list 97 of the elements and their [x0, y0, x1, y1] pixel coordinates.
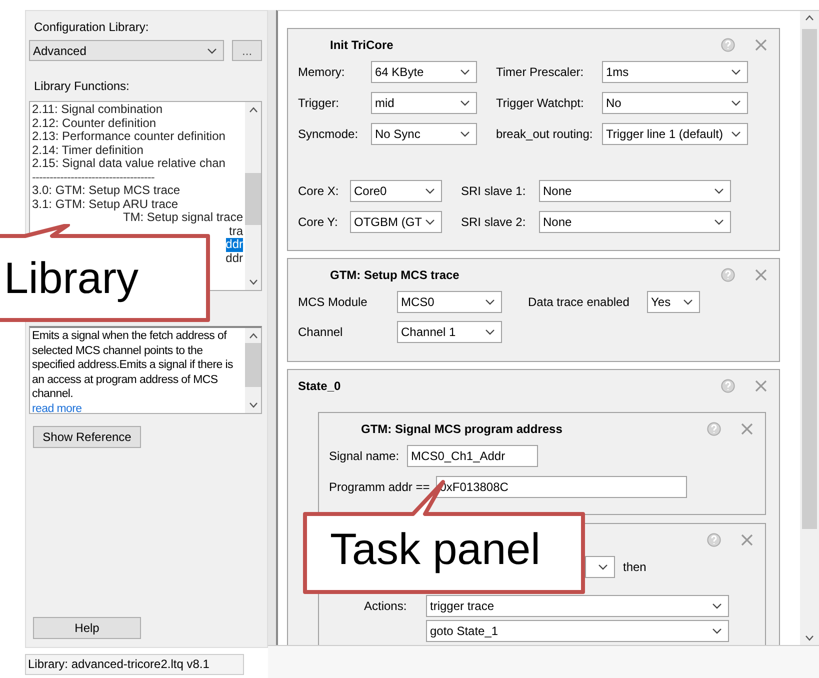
- arrow-up-icon[interactable]: [805, 15, 814, 21]
- browse-button[interactable]: ...: [232, 40, 262, 61]
- close-icon[interactable]: [755, 39, 767, 51]
- arrow-up-icon[interactable]: [248, 107, 258, 113]
- description-text: Emits a signal when the fetch address of selected MCS channel points to the specified address.Emits a signal if there is an access at program address of MCS channel.: [32, 329, 234, 402]
- field-label: Syncmode:: [298, 127, 360, 141]
- chevron-icon: [460, 69, 470, 75]
- list-item[interactable]: tra: [228, 224, 243, 238]
- then-label: then: [623, 560, 646, 574]
- chevron-icon: [714, 219, 724, 225]
- callout-text: Library: [4, 254, 138, 304]
- card-title: Init TriCore: [329, 38, 394, 52]
- chevron-icon: [598, 564, 608, 570]
- scrollbar[interactable]: [245, 102, 261, 290]
- chevron-icon: [731, 131, 741, 137]
- card-title: GTM: Signal MCS program address: [360, 422, 564, 436]
- dropdown[interactable]: No: [602, 92, 748, 114]
- help-icon[interactable]: [721, 268, 735, 282]
- dropdown[interactable]: 64 KByte: [371, 61, 477, 83]
- input-field[interactable]: MCS0_Ch1_Addr: [407, 445, 538, 467]
- read-more-link[interactable]: read more: [32, 402, 243, 416]
- dropdown[interactable]: Core0: [350, 180, 442, 202]
- card-title: State_0: [298, 379, 342, 393]
- chevron-icon: [712, 603, 722, 609]
- arrow-down-icon[interactable]: [805, 635, 814, 641]
- chevron-icon: [485, 329, 495, 335]
- dropdown[interactable]: Yes: [647, 291, 700, 313]
- dropdown[interactable]: trigger trace: [426, 595, 729, 617]
- field-label: SRI slave 2:: [461, 215, 527, 229]
- field-label: MCS Module: [298, 295, 368, 309]
- list-item[interactable]: 2.13: Performance counter definition: [32, 130, 245, 144]
- chevron-icon: [712, 628, 722, 634]
- field-label: Programm addr ==: [329, 480, 430, 494]
- help-icon[interactable]: [721, 379, 735, 393]
- dropdown[interactable]: OTGBM (GT: [350, 211, 442, 233]
- dropdown[interactable]: No Sync: [371, 123, 477, 145]
- chevron-icon: [683, 299, 693, 305]
- actions-label: Actions:: [364, 599, 408, 615]
- list-item[interactable]: 2.15: Signal data value relative chan: [32, 157, 245, 170]
- field-label: Core X:: [298, 184, 340, 198]
- list-item[interactable]: 3.1: GTM: Setup ARU trace: [32, 198, 245, 211]
- chevron-icon: [207, 48, 218, 54]
- field-label: Trigger Watchpt:: [496, 96, 585, 110]
- functions-label: Library Functions:: [33, 79, 130, 93]
- dropdown[interactable]: None: [539, 180, 731, 202]
- field-label: Data trace enabled: [528, 295, 630, 309]
- dropdown[interactable]: goto State_1: [426, 620, 729, 642]
- dropdown[interactable]: Channel 1: [397, 321, 502, 343]
- field-label: Trigger:: [298, 96, 340, 110]
- chevron-icon: [485, 299, 495, 305]
- list-separator: -----------------------------------: [32, 170, 156, 184]
- callout-text: Task panel: [330, 525, 540, 575]
- list-item[interactable]: TM: Setup signal trace: [122, 211, 243, 224]
- field-label: Memory:: [298, 65, 346, 79]
- list-item[interactable]: 3.0: GTM: Setup MCS trace: [32, 184, 245, 198]
- help-icon[interactable]: [707, 422, 721, 436]
- config-label: Configuration Library:: [33, 20, 150, 34]
- list-item[interactable]: ddr: [226, 252, 243, 265]
- status-bar: Library: advanced-tricore2.ltq v8.1: [25, 654, 244, 675]
- close-icon[interactable]: [755, 269, 767, 281]
- list-item[interactable]: 2.12: Counter definition: [32, 116, 245, 130]
- scrollbar[interactable]: [800, 11, 819, 645]
- close-icon[interactable]: [741, 423, 753, 435]
- scrollbar[interactable]: [245, 328, 261, 413]
- field-label: break_out routing:: [496, 127, 594, 141]
- chevron-icon: [425, 188, 435, 194]
- dropdown[interactable]: mid: [371, 92, 477, 114]
- list-item[interactable]: ddr: [226, 238, 243, 252]
- help-button[interactable]: Help: [33, 617, 141, 639]
- chevron-icon: [731, 69, 741, 75]
- card-title: GTM: Setup MCS trace: [329, 268, 460, 282]
- help-icon[interactable]: [721, 38, 735, 52]
- close-icon[interactable]: [741, 534, 753, 546]
- dropdown[interactable]: MCS0: [397, 291, 502, 313]
- close-icon[interactable]: [755, 380, 767, 392]
- dropdown[interactable]: 1ms: [602, 61, 748, 83]
- list-item[interactable]: 2.14: Timer definition: [32, 144, 245, 157]
- chevron-icon: [731, 100, 741, 106]
- field-label: SRI slave 1:: [461, 184, 527, 198]
- chevron-icon: [425, 219, 435, 225]
- show-reference-button[interactable]: Show Reference: [33, 426, 141, 448]
- chevron-icon: [714, 188, 724, 194]
- config-dropdown[interactable]: Advanced: [29, 40, 224, 61]
- field-label: Channel: [298, 325, 344, 339]
- arrow-down-icon[interactable]: [248, 279, 258, 285]
- field-label: Timer Prescaler:: [496, 65, 585, 79]
- arrow-up-icon[interactable]: [248, 333, 258, 339]
- chevron-icon: [460, 100, 470, 106]
- list-item[interactable]: 2.11: Signal combination: [32, 103, 245, 116]
- field-label: Core Y:: [298, 215, 339, 229]
- dropdown[interactable]: None: [539, 211, 731, 233]
- chevron-icon: [460, 131, 470, 137]
- help-icon[interactable]: [707, 533, 721, 547]
- arrow-down-icon[interactable]: [248, 402, 258, 408]
- dropdown[interactable]: [585, 556, 615, 578]
- field-label: Signal name:: [329, 449, 400, 463]
- dropdown[interactable]: Trigger line 1 (default): [602, 123, 748, 145]
